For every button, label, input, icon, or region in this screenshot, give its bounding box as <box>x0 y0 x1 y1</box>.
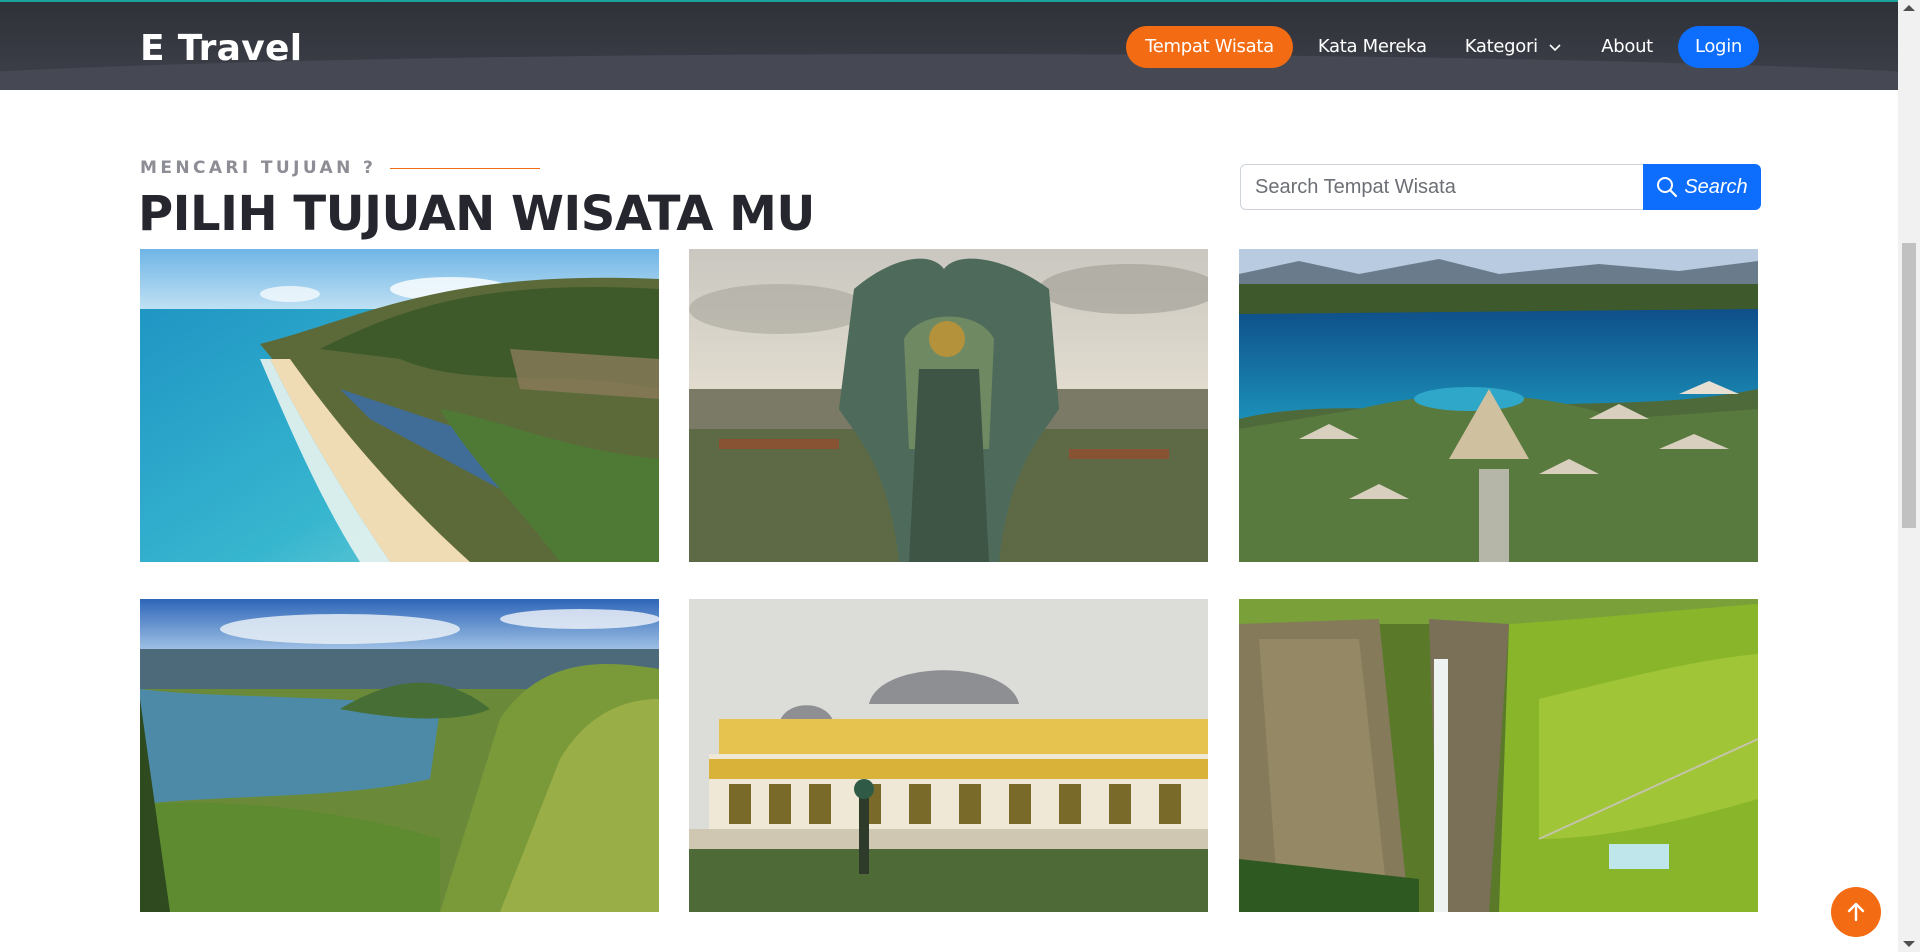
page-title: PILIH TUJUAN WISATA MU <box>138 186 815 242</box>
section-eyebrow-text: MENCARI TUJUAN ? <box>140 158 377 178</box>
scroll-down-arrow[interactable] <box>1903 941 1915 947</box>
destination-card[interactable] <box>689 599 1208 912</box>
chevron-down-icon <box>1549 44 1561 52</box>
destination-image-lake <box>140 599 659 912</box>
destination-card[interactable] <box>140 249 659 562</box>
login-button[interactable]: Login <box>1677 26 1759 68</box>
destination-image-lagoon <box>1239 249 1758 562</box>
back-to-top-button[interactable] <box>1831 887 1881 937</box>
nav-item-kata-mereka[interactable]: Kata Mereka <box>1305 26 1440 68</box>
nav-item-about[interactable]: About <box>1588 26 1666 68</box>
search-button-label: Search <box>1684 175 1748 198</box>
eyebrow-divider <box>390 167 541 169</box>
scroll-up-arrow[interactable] <box>1903 5 1915 11</box>
arrow-up-icon <box>1847 902 1865 922</box>
destination-card[interactable] <box>1239 249 1758 562</box>
nav-item-kategori[interactable]: Kategori <box>1452 26 1577 68</box>
main-nav: Tempat Wisata Kata Mereka Kategori About… <box>1126 26 1759 68</box>
section-eyebrow: MENCARI TUJUAN ? <box>140 158 541 178</box>
destination-card[interactable] <box>689 249 1208 562</box>
destination-card[interactable] <box>140 599 659 912</box>
search-form: Search <box>1240 164 1761 210</box>
brand-logo[interactable]: E Travel <box>140 28 302 69</box>
scrollbar-thumb[interactable] <box>1902 243 1916 528</box>
destination-image-statue <box>689 249 1208 562</box>
destination-card[interactable] <box>1239 599 1758 912</box>
page-scrollbar[interactable] <box>1898 0 1920 952</box>
destination-image-beach <box>140 249 659 562</box>
search-input[interactable] <box>1240 164 1643 210</box>
nav-item-kategori-label: Kategori <box>1464 36 1538 57</box>
site-header: E Travel Tempat Wisata Kata Mereka Kateg… <box>0 0 1898 90</box>
search-icon <box>1657 177 1678 198</box>
destination-image-waterfall <box>1239 599 1758 912</box>
search-button[interactable]: Search <box>1643 164 1761 210</box>
nav-item-tempat-wisata[interactable]: Tempat Wisata <box>1126 26 1293 68</box>
destination-image-palace <box>689 599 1208 912</box>
